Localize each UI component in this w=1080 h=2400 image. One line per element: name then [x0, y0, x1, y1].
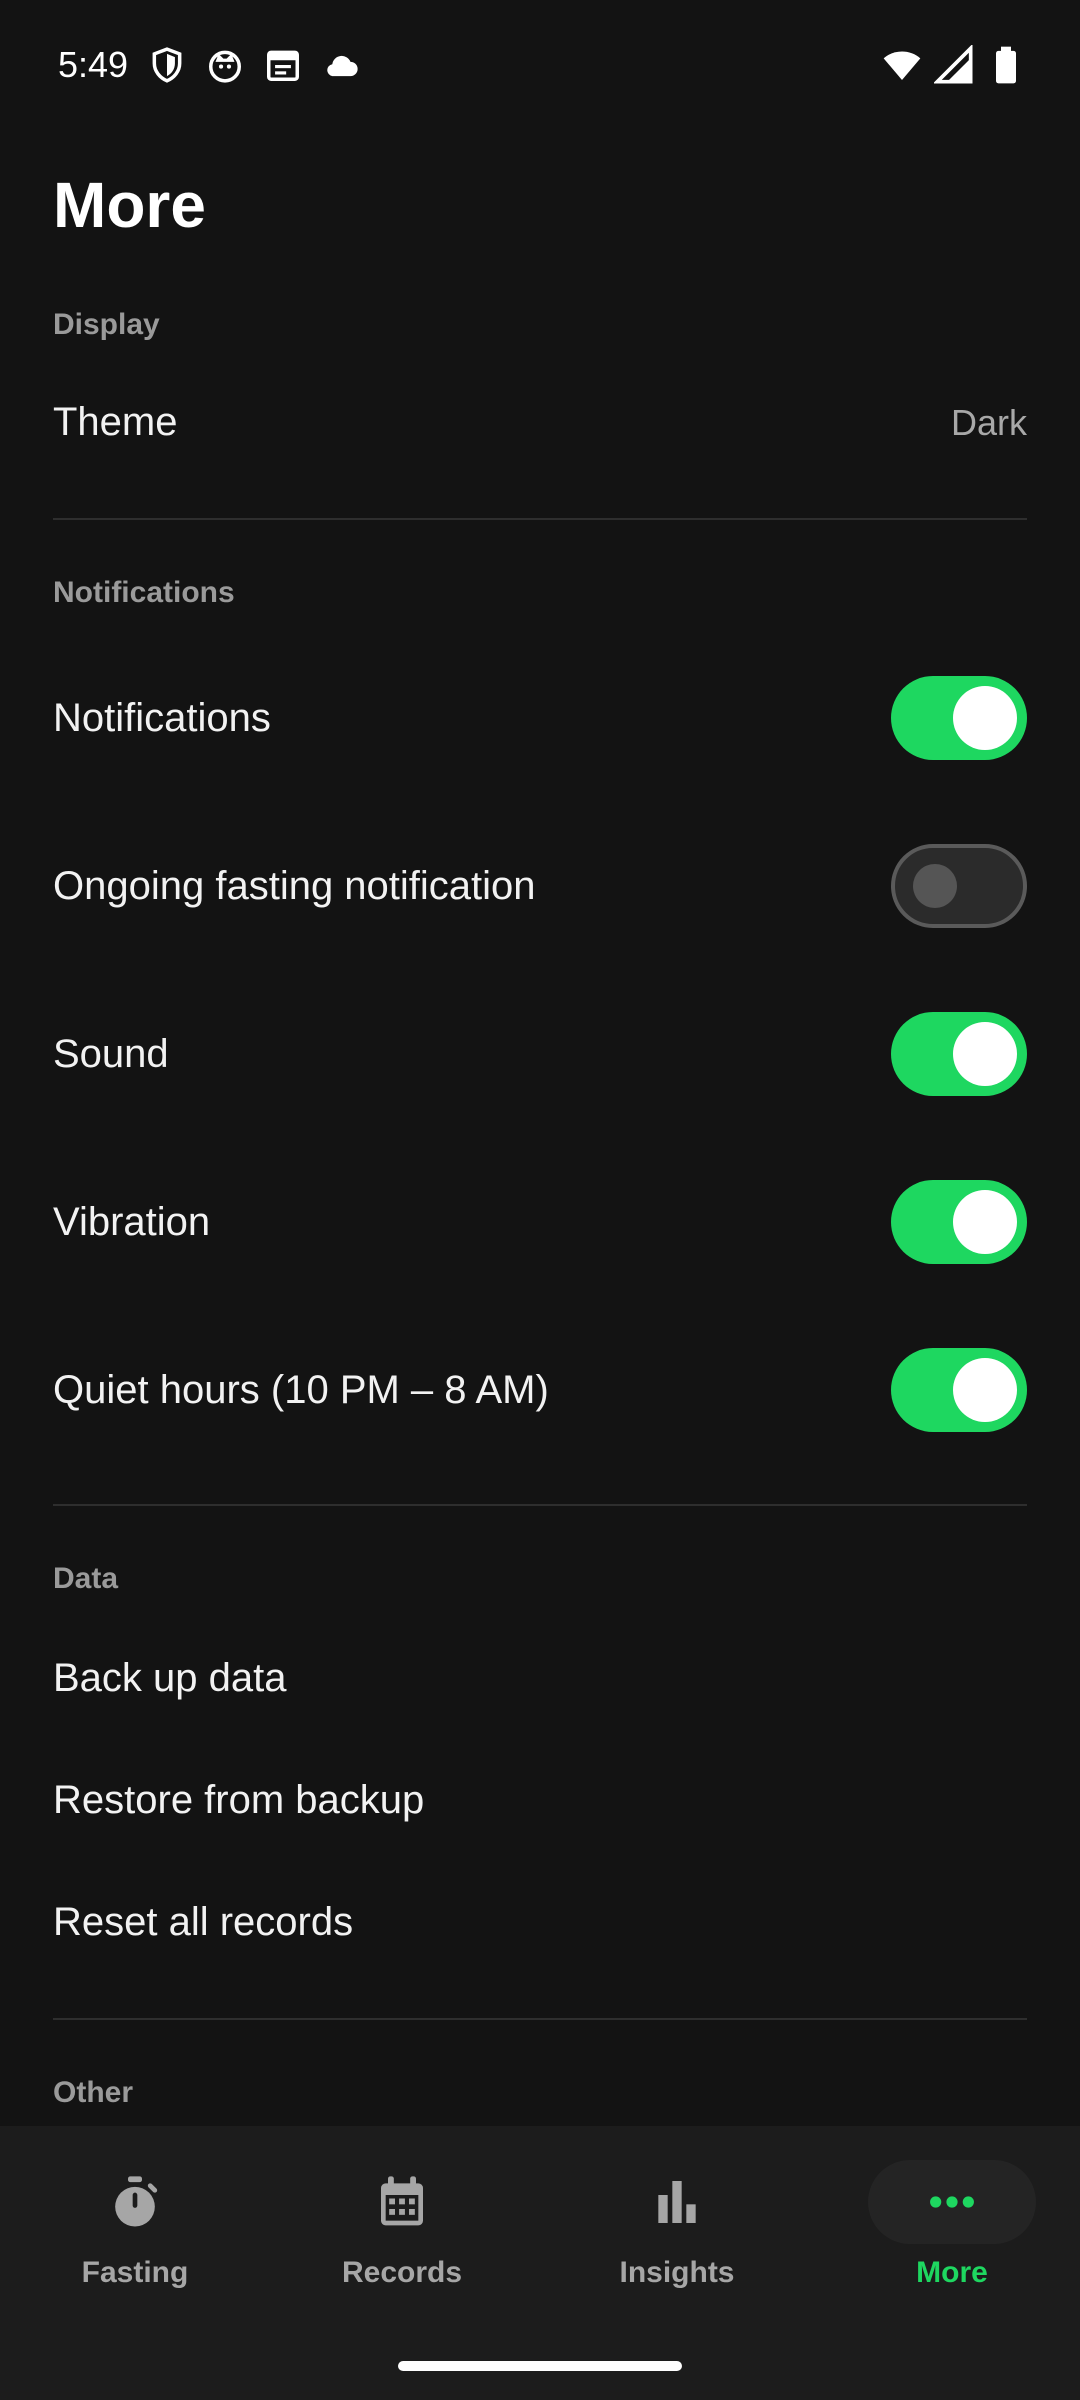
nav-label-records: Records: [341, 2256, 463, 2289]
sound-toggle[interactable]: [891, 1012, 1027, 1096]
status-bar: 5:49: [0, 0, 1080, 130]
section-header-notifications: Notifications: [53, 576, 235, 609]
nav-label-insights: Insights: [619, 2256, 735, 2289]
stopwatch-icon: [115, 2176, 158, 2227]
nav-icon-container: [593, 2160, 761, 2244]
ongoing-fasting-notification-label: Ongoing fasting notification: [53, 864, 536, 908]
home-indicator[interactable]: [398, 2361, 682, 2371]
nav-item-insights[interactable]: Insights: [542, 2126, 812, 2336]
restore-from-backup-row[interactable]: Restore from backup: [0, 1742, 1080, 1860]
page-title: More: [53, 169, 206, 241]
bottom-navigation: Fasting Records Insights More: [0, 2126, 1080, 2400]
notifications-toggle[interactable]: [891, 676, 1027, 760]
calendar-icon: [381, 2176, 423, 2226]
battery-icon: [996, 46, 1016, 84]
restore-from-backup-label: Restore from backup: [53, 1778, 425, 1822]
sound-row[interactable]: Sound: [0, 994, 1080, 1114]
nav-item-more[interactable]: More: [817, 2126, 1080, 2336]
signal-icon: [934, 45, 973, 84]
quiet-hours-label: Quiet hours (10 PM – 8 AM): [53, 1368, 549, 1412]
nav-item-records[interactable]: Records: [267, 2126, 537, 2336]
nav-icon-container: [318, 2160, 486, 2244]
vibration-toggle[interactable]: [891, 1180, 1027, 1264]
calendar-icon: [267, 50, 300, 81]
toggle-knob: [953, 686, 1017, 750]
vibration-row[interactable]: Vibration: [0, 1162, 1080, 1282]
cloud-icon: [327, 55, 358, 77]
toggle-knob: [953, 1190, 1017, 1254]
nav-label-more: More: [916, 2256, 988, 2289]
settings-screen: 5:49 More Display Theme Dark Notificatio…: [0, 0, 1080, 2400]
notifications-label: Notifications: [53, 696, 271, 740]
vibration-label: Vibration: [53, 1200, 211, 1244]
toggle-knob: [953, 1358, 1017, 1422]
shield-icon: [152, 47, 182, 83]
theme-value: Dark: [950, 402, 1027, 443]
divider: [53, 518, 1027, 520]
quiet-hours-toggle[interactable]: [891, 1348, 1027, 1432]
section-header-display: Display: [53, 308, 160, 341]
ongoing-fasting-notification-row[interactable]: Ongoing fasting notification: [0, 826, 1080, 946]
toggle-knob: [913, 864, 957, 908]
toggle-knob: [953, 1022, 1017, 1086]
back-up-data-row[interactable]: Back up data: [0, 1620, 1080, 1738]
reset-all-records-row[interactable]: Reset all records: [0, 1864, 1080, 1982]
theme-row[interactable]: Theme Dark: [0, 370, 1080, 480]
reset-all-records-label: Reset all records: [53, 1900, 354, 1944]
wifi-icon: [883, 51, 921, 80]
bar-chart-icon: [658, 2181, 696, 2223]
ongoing-fasting-notification-toggle[interactable]: [891, 844, 1027, 928]
status-time: 5:49: [58, 44, 129, 85]
nav-label-fasting: Fasting: [81, 2256, 189, 2289]
divider: [53, 1504, 1027, 1506]
notifications-row[interactable]: Notifications: [0, 658, 1080, 778]
back-up-data-label: Back up data: [53, 1656, 287, 1700]
sound-label: Sound: [53, 1032, 169, 1076]
section-header-other: Other: [53, 2076, 134, 2109]
divider: [53, 2018, 1027, 2020]
section-header-data: Data: [53, 1562, 119, 1595]
nav-icon-container: [51, 2160, 219, 2244]
nav-icon-container: [868, 2160, 1036, 2244]
theme-label: Theme: [53, 400, 178, 444]
quiet-hours-row[interactable]: Quiet hours (10 PM – 8 AM): [0, 1330, 1080, 1450]
cat-icon: [209, 50, 242, 83]
nav-item-fasting[interactable]: Fasting: [0, 2126, 270, 2336]
more-dots-icon: [930, 2196, 974, 2208]
